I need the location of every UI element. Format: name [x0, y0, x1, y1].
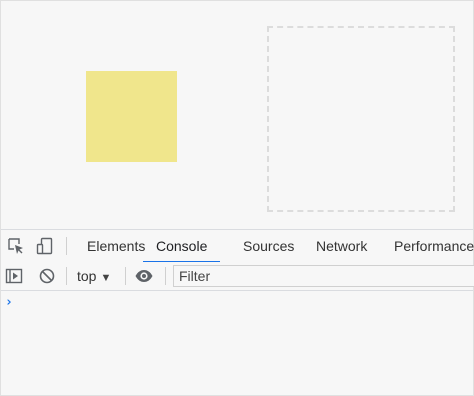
draggable-square[interactable] [86, 71, 177, 162]
context-select-value: top [77, 268, 97, 284]
context-select[interactable]: top ▼ [77, 265, 111, 287]
console-toolbar-separator [66, 267, 67, 285]
tab-elements[interactable]: Elements [87, 230, 145, 261]
console-output-area[interactable] [1, 291, 473, 394]
console-prompt-icon[interactable]: › [5, 295, 13, 310]
tab-console[interactable]: Console [143, 230, 221, 263]
toolbar-separator [66, 237, 67, 255]
tab-performance[interactable]: Performance [394, 230, 474, 261]
devtools-tabbar: Elements Console Sources Network Perform… [1, 229, 474, 263]
clear-console-icon[interactable] [37, 266, 57, 286]
tab-network[interactable]: Network [316, 230, 367, 261]
drop-zone[interactable] [267, 26, 455, 212]
console-toolbar: top ▼ [1, 262, 474, 291]
show-sidebar-icon[interactable] [4, 266, 24, 286]
tab-sources[interactable]: Sources [243, 230, 294, 261]
page-viewport [1, 1, 473, 229]
device-toolbar-icon[interactable] [35, 236, 55, 256]
console-toolbar-separator [125, 267, 126, 285]
caret-down-icon: ▼ [100, 272, 112, 284]
console-toolbar-separator [165, 267, 166, 285]
inspect-element-icon[interactable] [6, 236, 26, 256]
filter-input[interactable] [173, 265, 474, 287]
eye-icon[interactable] [134, 266, 154, 286]
devtools-panel: Elements Console Sources Network Perform… [1, 229, 474, 394]
